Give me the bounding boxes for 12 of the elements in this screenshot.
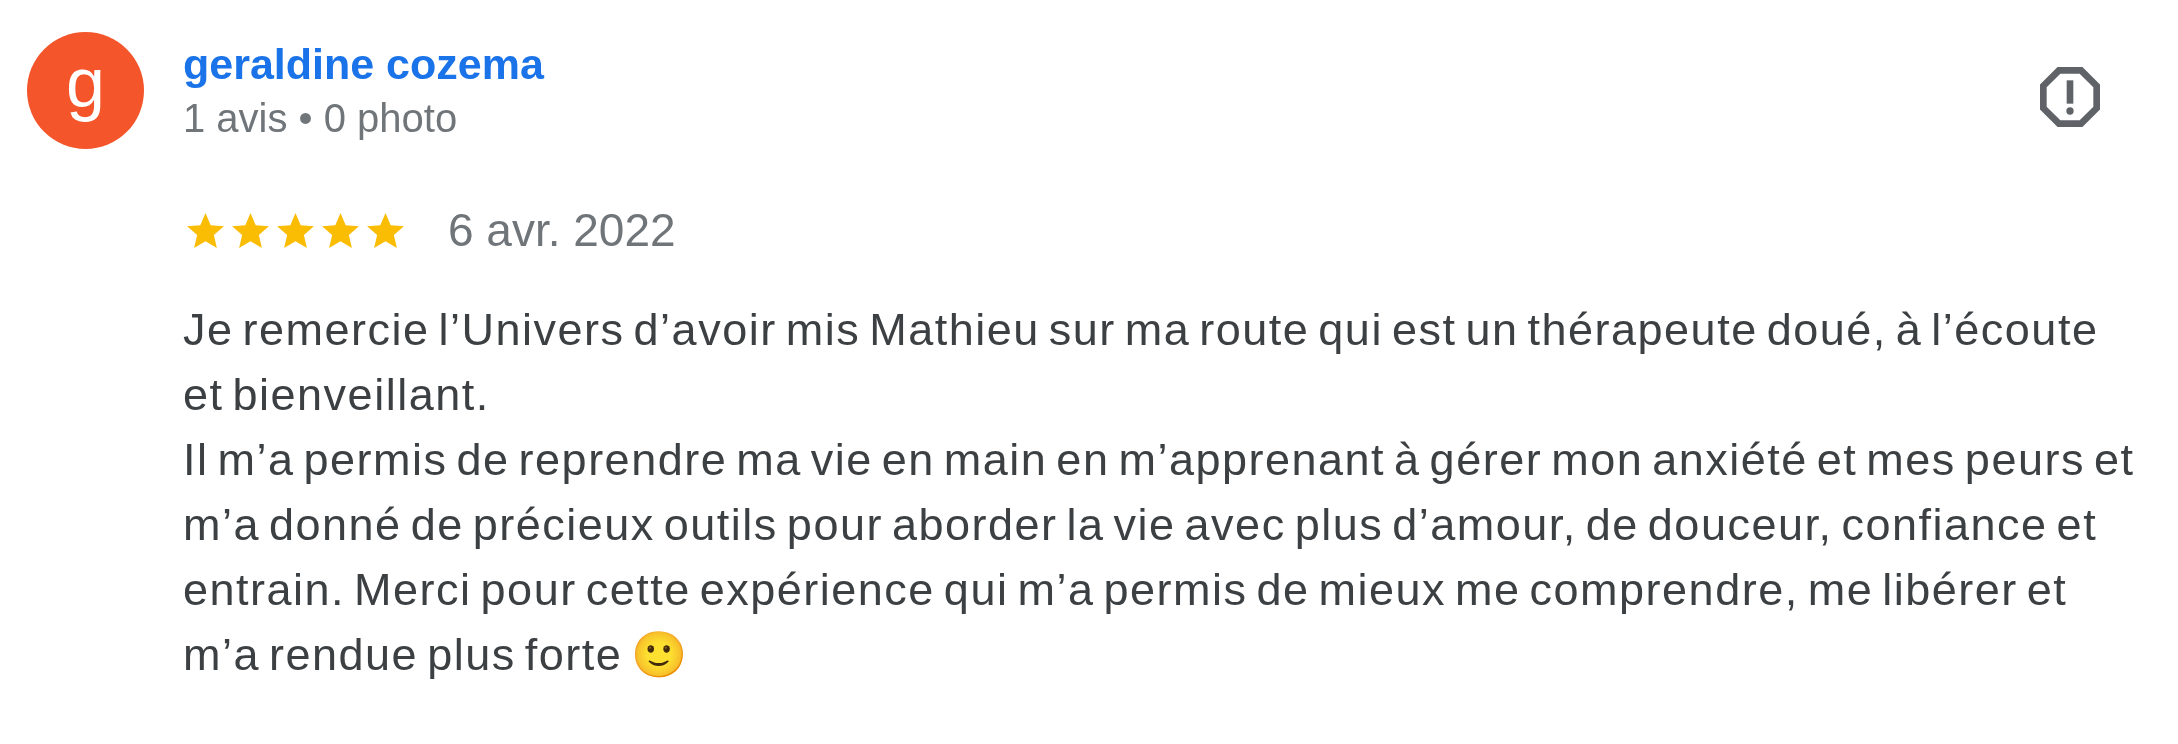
star-icon [367,212,404,248]
exclamation-octagon-icon[interactable] [2040,67,2100,127]
review-text: Il m’a permis de reprendre ma vie en main en m’apprenant à gérer mon anxiété et mes peurs et m’a donné de précieux outils pour aborder la vie avec plus d’amour, de douceur, confiance et entrain. Merci pour cette expérience qui m’a permis de mieux me comprendre, me libérer et m’a rendue plus forte 🙂 [183,433,2136,682]
star-icon [187,212,224,248]
review-text: Je remercie l’Univers d’avoir mis Mathieu sur ma route qui est un thérapeute doué, à l’écoute et bienveillant. [183,303,2100,422]
star-icon [322,212,359,248]
star-icon [232,212,269,248]
reviewer-name-link[interactable]: geraldine cozema [183,38,544,90]
review-date: 6 avr. 2022 [448,203,676,257]
avatar: g [27,32,144,149]
star-icon [277,212,314,248]
reviewer-stats: 1 avis • 0 photo [183,95,458,142]
